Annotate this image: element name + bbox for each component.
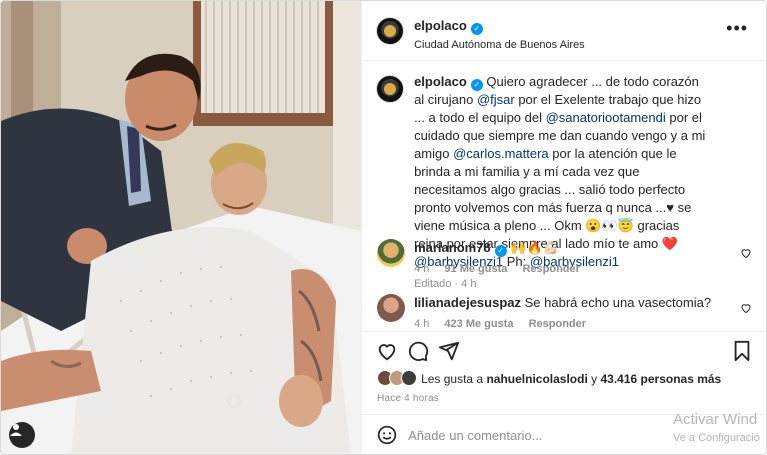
user-profile-icon[interactable] <box>9 422 35 448</box>
comment-likes[interactable]: 423 Me gusta <box>444 318 513 330</box>
comment-item: marianom78 ✓ 🙌🔥💪🏻 4 h 91 Me gusta Respond… <box>377 239 752 279</box>
caption-text-segment: por la atención que le brinda a mi famil… <box>414 146 692 251</box>
share-paper-plane-icon[interactable] <box>438 340 460 362</box>
action-bar <box>362 331 766 367</box>
save-bookmark-icon[interactable] <box>732 340 752 362</box>
likes-summary: Les gusta a nahuelnicolaslodi y 43.416 p… <box>377 370 757 388</box>
windows-activation-watermark: Activar Wind Ve a Configuració <box>673 411 760 447</box>
post-time[interactable]: Hace 4 horas <box>377 393 439 404</box>
author-avatar[interactable] <box>376 17 405 45</box>
comment-text: 🙌🔥💪🏻 <box>510 240 559 255</box>
mention-link[interactable]: @fjsar <box>477 92 515 107</box>
liker-avatar[interactable] <box>401 370 418 386</box>
post-panel: elpolaco ✓ Ciudad Autónoma de Buenos Aire… <box>361 1 766 454</box>
reply-button[interactable]: Responder <box>529 318 586 330</box>
post-location[interactable]: Ciudad Autónoma de Buenos Aires <box>414 39 585 51</box>
heart-outline-icon[interactable] <box>740 302 752 314</box>
post-photo[interactable] <box>1 1 362 454</box>
verified-badge-icon: ✓ <box>494 245 507 257</box>
comment-body: marianom78 ✓ 🙌🔥💪🏻 <box>414 239 714 257</box>
comment-username[interactable]: lilianadejesuspaz <box>414 295 521 310</box>
emoji-smiley-icon[interactable] <box>377 425 397 445</box>
hospital-photo-illustration <box>1 1 362 454</box>
heart-outline-icon[interactable] <box>740 247 752 259</box>
verified-badge-icon: ✓ <box>470 23 483 35</box>
comment-meta: 4 h 91 Me gusta Responder <box>414 263 592 275</box>
comment-time[interactable]: 4 h <box>414 318 429 330</box>
likes-middle: y <box>587 372 601 386</box>
author-info: elpolaco ✓ Ciudad Autónoma de Buenos Aire… <box>414 18 585 51</box>
comment-body: lilianadejesuspaz Se habrá echo una vase… <box>414 294 714 312</box>
watermark-line2: Ve a Configuració <box>673 432 760 444</box>
comment-bubble-icon[interactable] <box>407 340 429 362</box>
author-username[interactable]: elpolaco <box>414 18 467 33</box>
comment-text: Se habrá echo una vasectomia? <box>524 295 712 310</box>
comment-likes[interactable]: 91 Me gusta <box>444 263 507 275</box>
comment-time[interactable]: 4 h <box>414 263 429 275</box>
comment-input[interactable]: Añade un comentario... <box>408 428 542 443</box>
comment-avatar[interactable] <box>377 294 406 322</box>
mention-link[interactable]: @sanatoriootamendi <box>546 110 666 125</box>
comment-meta: 4 h 423 Me gusta Responder <box>414 318 598 330</box>
like-heart-icon[interactable] <box>376 340 398 362</box>
comment-item: lilianadejesuspaz Se habrá echo una vase… <box>377 294 752 334</box>
caption-avatar[interactable] <box>376 75 405 103</box>
caption-username[interactable]: elpolaco <box>414 74 467 89</box>
likes-text: Les gusta a nahuelnicolaslodi y 43.416 p… <box>421 372 721 386</box>
mention-link[interactable]: @carlos.mattera <box>453 146 549 161</box>
likes-prefix: Les gusta a <box>421 372 487 386</box>
post-header: elpolaco ✓ Ciudad Autónoma de Buenos Aire… <box>362 1 766 61</box>
more-horizontal-icon[interactable]: ••• <box>726 19 748 37</box>
likes-count[interactable]: 43.416 personas más <box>600 372 721 386</box>
post-dialog: elpolaco ✓ Ciudad Autónoma de Buenos Aire… <box>0 0 767 455</box>
comment-username[interactable]: marianom78 <box>414 240 491 255</box>
verified-badge-icon: ✓ <box>470 79 483 91</box>
comment-avatar[interactable] <box>377 239 406 267</box>
watermark-line1: Activar Wind <box>673 411 758 428</box>
liker-username[interactable]: nahuelnicolaslodi <box>486 372 587 386</box>
reply-button[interactable]: Responder <box>522 263 579 275</box>
